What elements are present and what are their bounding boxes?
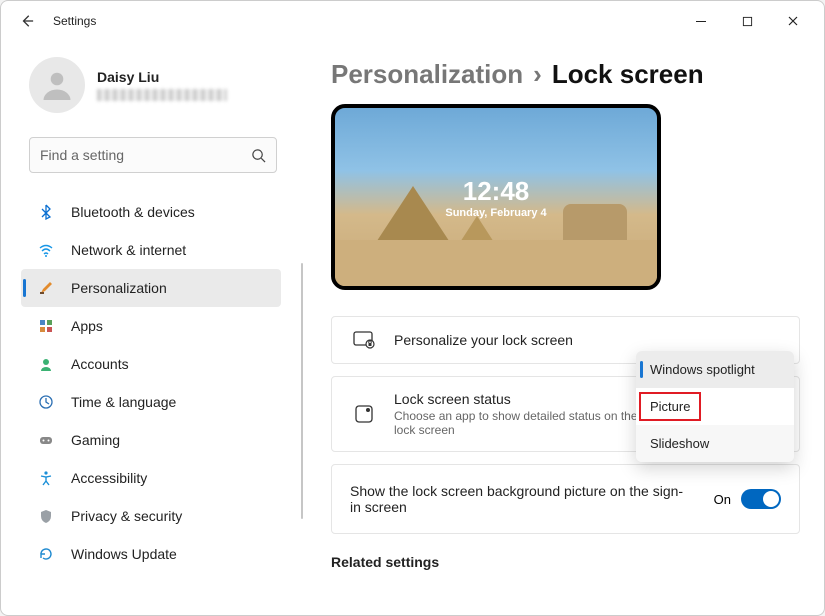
maximize-button[interactable] xyxy=(724,5,770,37)
preview-time: 12:48 xyxy=(463,176,530,207)
clock-globe-icon xyxy=(35,394,57,410)
minimize-button[interactable] xyxy=(678,5,724,37)
avatar xyxy=(29,57,85,113)
sand-icon xyxy=(335,240,657,286)
main-panel: Personalization › Lock screen 12:48 Sund… xyxy=(301,41,824,615)
lockscreen-preview: 12:48 Sunday, February 4 xyxy=(331,104,661,290)
nav-label: Accounts xyxy=(71,356,129,372)
nav-label: Accessibility xyxy=(71,470,147,486)
nav-label: Privacy & security xyxy=(71,508,182,524)
sidebar-item-bluetooth[interactable]: Bluetooth & devices xyxy=(21,193,281,231)
status-widget-icon xyxy=(350,404,378,424)
close-icon xyxy=(787,15,799,27)
dropdown-label: Slideshow xyxy=(650,436,709,451)
window-controls xyxy=(678,5,816,37)
user-block[interactable]: Daisy Liu xyxy=(21,57,301,113)
nav-label: Time & language xyxy=(71,394,176,410)
card-title: Lock screen status xyxy=(394,391,654,407)
back-button[interactable] xyxy=(17,14,37,28)
close-button[interactable] xyxy=(770,5,816,37)
accessibility-icon xyxy=(35,470,57,486)
breadcrumb-parent[interactable]: Personalization xyxy=(331,59,523,90)
nav-label: Personalization xyxy=(71,280,167,296)
breadcrumb: Personalization › Lock screen xyxy=(331,59,800,90)
nav-list: Bluetooth & devices Network & internet P… xyxy=(21,193,301,573)
sidebar: Daisy Liu Find a setting Bluetooth & dev… xyxy=(1,41,301,615)
dropdown-label: Picture xyxy=(639,392,701,421)
dropdown-item-picture[interactable]: Picture xyxy=(636,388,794,425)
wifi-icon xyxy=(35,242,57,258)
breadcrumb-current: Lock screen xyxy=(552,59,704,90)
signin-toggle[interactable] xyxy=(741,489,781,509)
apps-icon xyxy=(35,318,57,334)
search-input[interactable]: Find a setting xyxy=(29,137,277,173)
settings-window: Settings Daisy Liu xyxy=(0,0,825,616)
dropdown-item-spotlight[interactable]: Windows spotlight xyxy=(636,351,794,388)
card-signin-picture: Show the lock screen background picture … xyxy=(331,464,800,534)
lockscreen-dropdown: Windows spotlight Picture Slideshow xyxy=(636,351,794,462)
breadcrumb-sep: › xyxy=(533,59,542,90)
paintbrush-icon xyxy=(35,280,57,296)
nav-label: Apps xyxy=(71,318,103,334)
search-icon xyxy=(251,148,266,163)
user-email-blurred xyxy=(97,89,227,101)
search-placeholder: Find a setting xyxy=(40,147,251,163)
window-title: Settings xyxy=(53,14,96,28)
nav-label: Windows Update xyxy=(71,546,177,562)
toggle-knob-icon xyxy=(763,491,779,507)
sidebar-item-network[interactable]: Network & internet xyxy=(21,231,281,269)
dropdown-item-slideshow[interactable]: Slideshow xyxy=(636,425,794,462)
toggle-label: On xyxy=(714,492,731,507)
card-subtitle: Choose an app to show detailed status on… xyxy=(394,409,654,437)
avatar-icon xyxy=(39,67,75,103)
card-title: Personalize your lock screen xyxy=(394,332,573,348)
preview-date: Sunday, February 4 xyxy=(445,207,546,219)
nav-label: Bluetooth & devices xyxy=(71,204,195,220)
back-arrow-icon xyxy=(20,14,34,28)
user-name: Daisy Liu xyxy=(97,69,227,85)
sidebar-item-apps[interactable]: Apps xyxy=(21,307,281,345)
nav-label: Network & internet xyxy=(71,242,186,258)
dropdown-label: Windows spotlight xyxy=(650,362,755,377)
card-title: Show the lock screen background picture … xyxy=(350,483,690,515)
gaming-icon xyxy=(35,432,57,448)
sidebar-item-personalization[interactable]: Personalization xyxy=(21,269,281,307)
minimize-icon xyxy=(695,15,707,27)
sidebar-item-accessibility[interactable]: Accessibility xyxy=(21,459,281,497)
shield-icon xyxy=(35,508,57,524)
nav-label: Gaming xyxy=(71,432,120,448)
picture-lock-icon xyxy=(350,331,378,349)
sidebar-item-privacy[interactable]: Privacy & security xyxy=(21,497,281,535)
related-heading: Related settings xyxy=(331,554,800,570)
content-area: Daisy Liu Find a setting Bluetooth & dev… xyxy=(1,41,824,615)
titlebar: Settings xyxy=(1,1,824,41)
sidebar-item-gaming[interactable]: Gaming xyxy=(21,421,281,459)
sidebar-item-time[interactable]: Time & language xyxy=(21,383,281,421)
maximize-icon xyxy=(742,16,753,27)
accounts-icon xyxy=(35,356,57,372)
update-icon xyxy=(35,546,57,562)
sidebar-item-windows-update[interactable]: Windows Update xyxy=(21,535,281,573)
sidebar-item-accounts[interactable]: Accounts xyxy=(21,345,281,383)
bluetooth-icon xyxy=(35,204,57,220)
